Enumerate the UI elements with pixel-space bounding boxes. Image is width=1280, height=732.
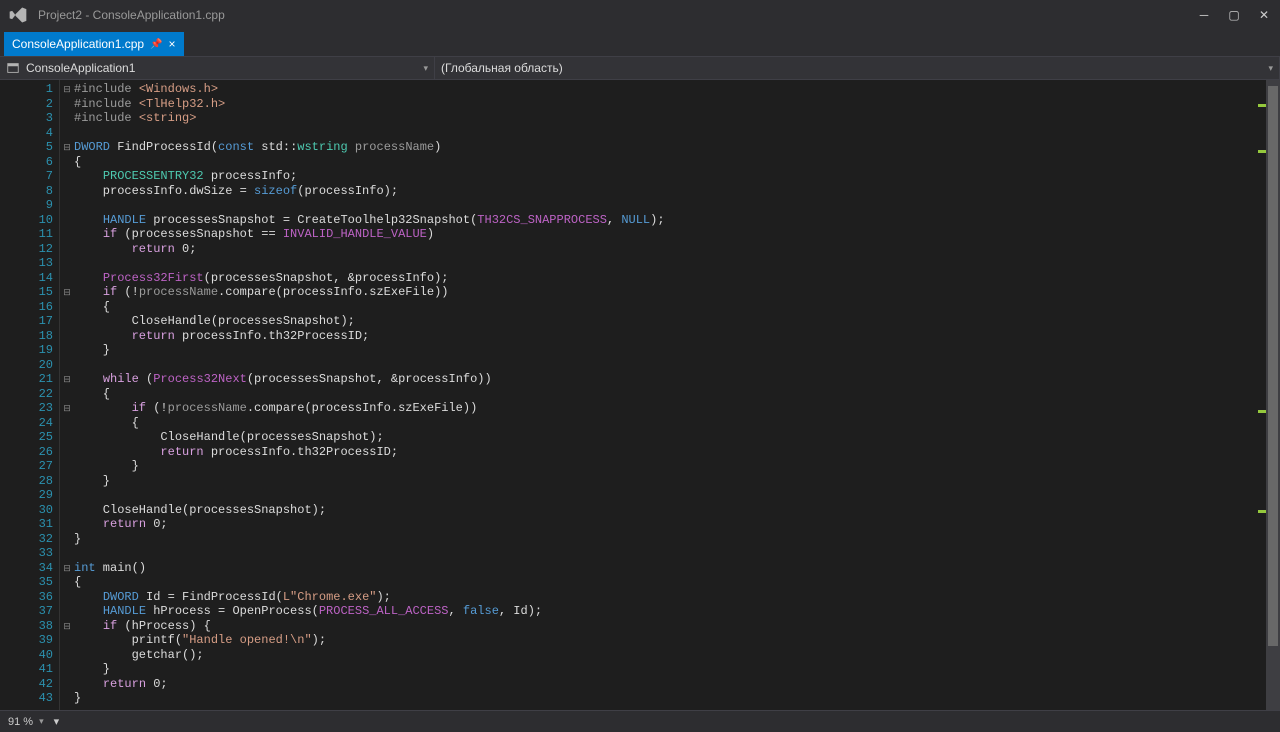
navigation-bar: ConsoleApplication1 ▾ (Глобальная област…: [0, 56, 1280, 80]
window-title: Project2 - ConsoleApplication1.cpp: [38, 8, 225, 22]
chevron-down-icon: ▾: [1268, 63, 1273, 74]
status-bar: 91 % ▾ ▾: [0, 710, 1280, 732]
vertical-scrollbar[interactable]: [1266, 80, 1280, 710]
maximize-button[interactable]: ▢: [1226, 8, 1242, 22]
line-number-gutter: 1234567891011121314151617181920212223242…: [0, 80, 60, 710]
fold-column[interactable]: ⊟⊟⊟⊟⊟⊟⊟: [60, 80, 74, 710]
minimize-button[interactable]: ─: [1196, 8, 1212, 22]
document-tab[interactable]: ConsoleApplication1.cpp 📌 ×: [4, 32, 184, 56]
tab-label: ConsoleApplication1.cpp: [12, 37, 144, 51]
document-tab-bar: ConsoleApplication1.cpp 📌 ×: [0, 30, 1280, 56]
scope-project-label: ConsoleApplication1: [26, 61, 135, 75]
pin-icon[interactable]: 📌: [150, 39, 162, 50]
tab-close-icon[interactable]: ×: [169, 37, 176, 51]
scope-selector-global[interactable]: (Глобальная область) ▾: [435, 57, 1280, 79]
close-button[interactable]: ✕: [1256, 8, 1272, 22]
title-bar: Project2 - ConsoleApplication1.cpp ─ ▢ ✕: [0, 0, 1280, 30]
window-controls: ─ ▢ ✕: [1196, 8, 1272, 22]
project-icon: [6, 61, 20, 75]
chevron-down-icon[interactable]: ▾: [54, 715, 60, 728]
scope-selector-project[interactable]: ConsoleApplication1 ▾: [0, 57, 435, 79]
chevron-down-icon: ▾: [423, 63, 428, 74]
visual-studio-icon: [8, 5, 28, 25]
scope-global-label: (Глобальная область): [441, 61, 563, 75]
zoom-level[interactable]: 91 %: [8, 716, 33, 728]
code-editor[interactable]: 1234567891011121314151617181920212223242…: [0, 80, 1280, 710]
overview-ruler[interactable]: [1258, 80, 1266, 710]
code-area[interactable]: #include <Windows.h>#include <TlHelp32.h…: [74, 80, 1258, 710]
